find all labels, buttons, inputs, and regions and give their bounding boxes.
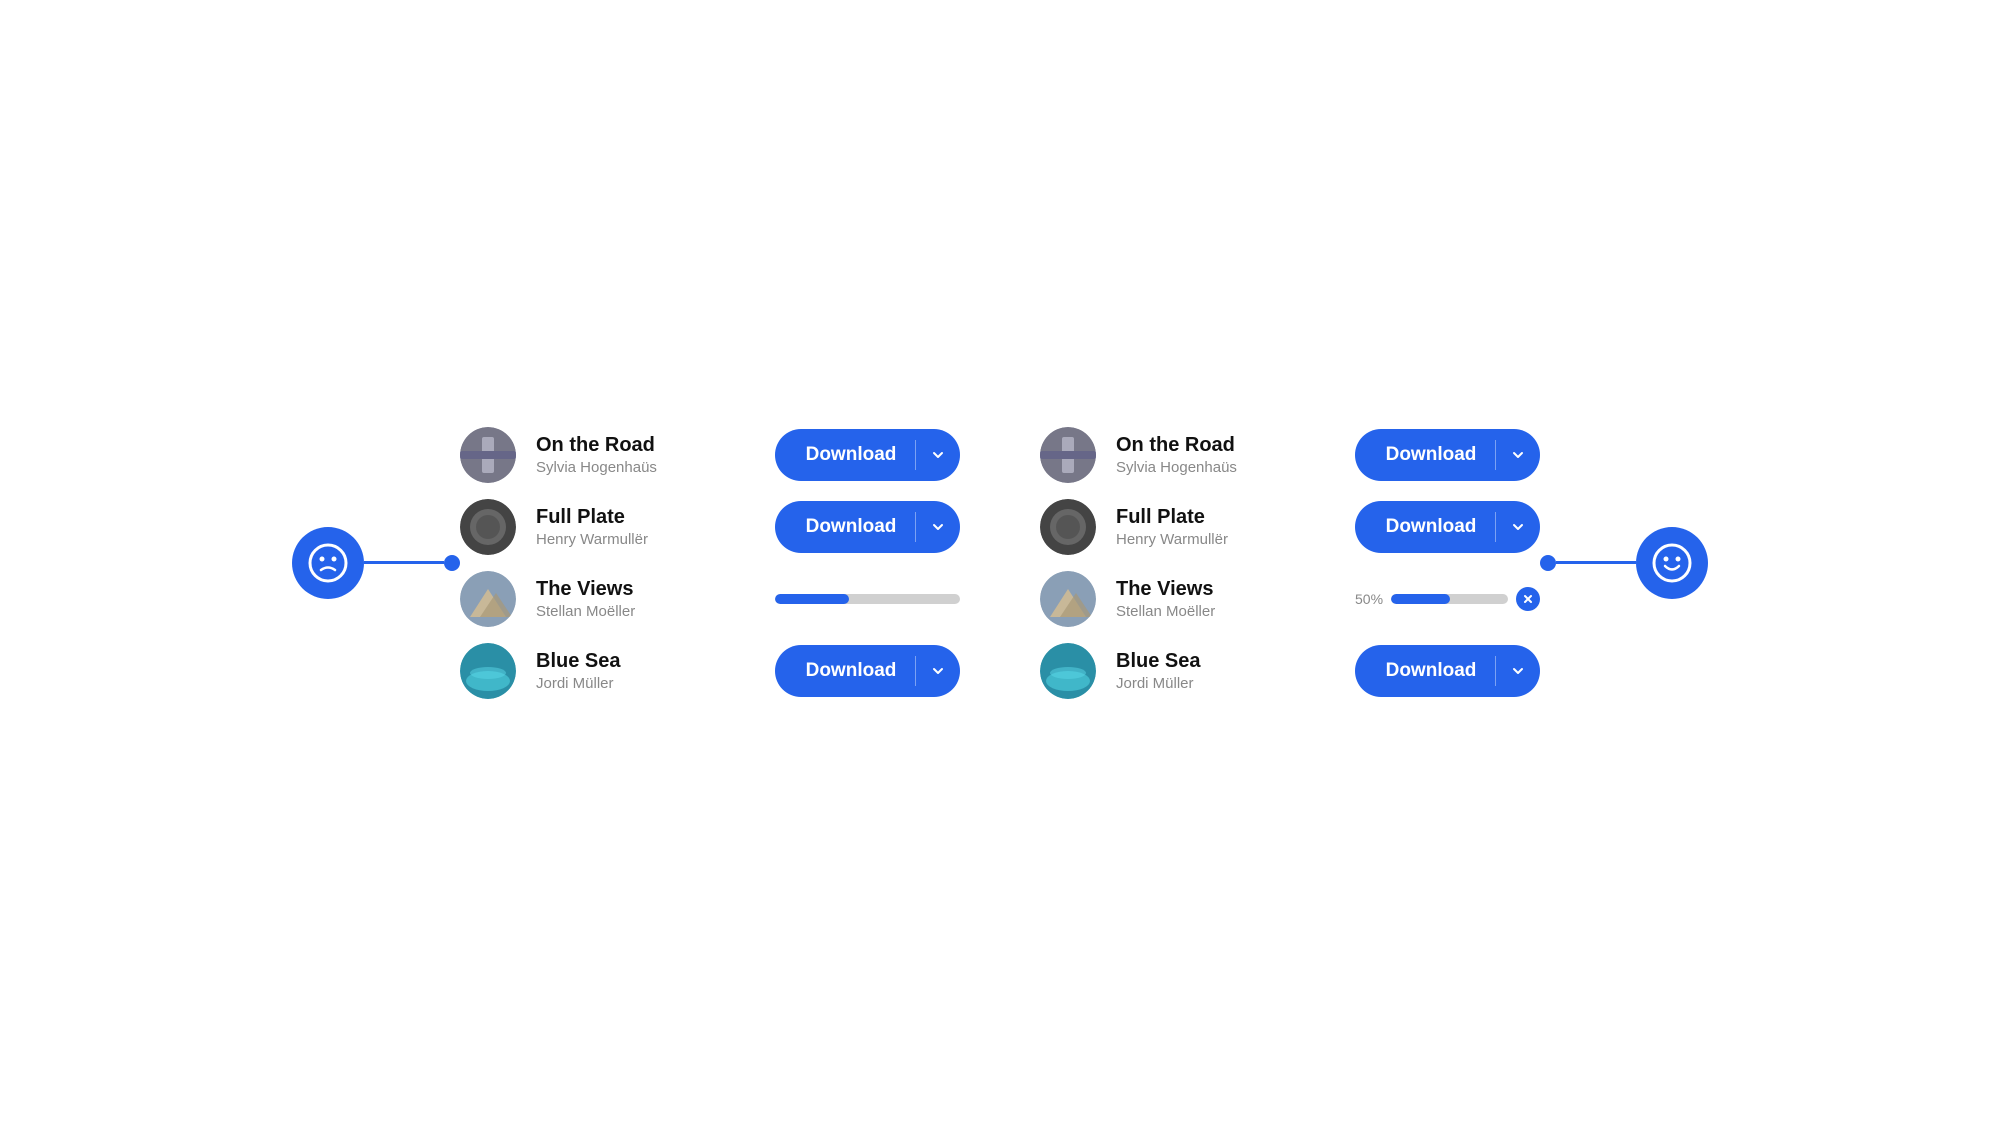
track-title-blue-sea-l: Blue Sea bbox=[536, 649, 755, 673]
download-button-blue-sea-r[interactable]: Download bbox=[1355, 645, 1540, 697]
track-title-blue-sea-r: Blue Sea bbox=[1116, 649, 1335, 673]
track-title-the-views-r: The Views bbox=[1116, 577, 1335, 601]
right-rating-dot bbox=[1540, 555, 1556, 571]
main-container: On the Road Sylvia Hogenhaüs Download Ful… bbox=[292, 427, 1708, 699]
track-info-blue-sea-l: Blue Sea Jordi Müller bbox=[536, 649, 755, 692]
progress-bar-the-views-l bbox=[775, 594, 960, 604]
download-button-on-the-road-l[interactable]: Download bbox=[775, 429, 960, 481]
album-art-on-the-road-l bbox=[460, 427, 516, 483]
track-author-on-the-road-r: Sylvia Hogenhaüs bbox=[1116, 459, 1335, 476]
left-rating-line bbox=[364, 561, 444, 564]
chevron-icon-blue-sea-l bbox=[916, 645, 960, 697]
progress-fill-inner-the-views-r bbox=[1391, 594, 1449, 604]
track-row-full-plate-r: Full Plate Henry Warmullër Download bbox=[1040, 499, 1540, 555]
left-rating-dot bbox=[444, 555, 460, 571]
track-row-blue-sea-r: Blue Sea Jordi Müller Download bbox=[1040, 643, 1540, 699]
track-author-full-plate-l: Henry Warmullër bbox=[536, 531, 755, 548]
happy-icon[interactable] bbox=[1636, 527, 1708, 599]
track-row-full-plate-l: Full Plate Henry Warmullër Download bbox=[460, 499, 960, 555]
chevron-icon-on-the-road-l bbox=[916, 429, 960, 481]
chevron-icon-full-plate-l bbox=[916, 501, 960, 553]
sad-icon[interactable] bbox=[292, 527, 364, 599]
track-info-on-the-road-r: On the Road Sylvia Hogenhaüs bbox=[1116, 433, 1335, 476]
chevron-icon-full-plate-r bbox=[1496, 501, 1540, 553]
album-art-full-plate-r bbox=[1040, 499, 1096, 555]
right-rating-line bbox=[1556, 561, 1636, 564]
cancel-button-the-views-r[interactable] bbox=[1516, 587, 1540, 611]
download-label-full-plate-r: Download bbox=[1355, 516, 1495, 538]
track-row-the-views-l: The Views Stellan Moëller bbox=[460, 571, 960, 627]
progress-fill-the-views-l bbox=[775, 594, 849, 604]
download-label-on-the-road-l: Download bbox=[775, 444, 915, 466]
track-info-on-the-road-l: On the Road Sylvia Hogenhaüs bbox=[536, 433, 755, 476]
track-row-blue-sea-l: Blue Sea Jordi Müller Download bbox=[460, 643, 960, 699]
right-rating-control bbox=[1540, 527, 1708, 599]
progress-with-cancel-the-views-r: 50% bbox=[1355, 587, 1540, 611]
download-button-blue-sea-l[interactable]: Download bbox=[775, 645, 960, 697]
track-info-the-views-r: The Views Stellan Moëller bbox=[1116, 577, 1335, 620]
download-button-on-the-road-r[interactable]: Download bbox=[1355, 429, 1540, 481]
download-button-full-plate-r[interactable]: Download bbox=[1355, 501, 1540, 553]
track-author-full-plate-r: Henry Warmullër bbox=[1116, 531, 1335, 548]
panels: On the Road Sylvia Hogenhaüs Download Ful… bbox=[460, 427, 1540, 699]
track-row-the-views-r: The Views Stellan Moëller 50% bbox=[1040, 571, 1540, 627]
album-art-on-the-road-r bbox=[1040, 427, 1096, 483]
album-art-the-views-r bbox=[1040, 571, 1096, 627]
progress-bar-inner-the-views-r bbox=[1391, 594, 1508, 604]
download-label-blue-sea-l: Download bbox=[775, 660, 915, 682]
track-row-on-the-road-r: On the Road Sylvia Hogenhaüs Download bbox=[1040, 427, 1540, 483]
album-art-full-plate-l bbox=[460, 499, 516, 555]
track-row-on-the-road-l: On the Road Sylvia Hogenhaüs Download bbox=[460, 427, 960, 483]
track-info-full-plate-l: Full Plate Henry Warmullër bbox=[536, 505, 755, 548]
download-label-on-the-road-r: Download bbox=[1355, 444, 1495, 466]
download-button-full-plate-l[interactable]: Download bbox=[775, 501, 960, 553]
left-rating-control bbox=[292, 527, 460, 599]
progress-pct-the-views-r: 50% bbox=[1355, 591, 1383, 607]
track-title-full-plate-r: Full Plate bbox=[1116, 505, 1335, 529]
album-art-blue-sea-r bbox=[1040, 643, 1096, 699]
chevron-icon-blue-sea-r bbox=[1496, 645, 1540, 697]
right-panel: On the Road Sylvia Hogenhaüs Download Ful… bbox=[1040, 427, 1540, 699]
download-label-blue-sea-r: Download bbox=[1355, 660, 1495, 682]
track-author-on-the-road-l: Sylvia Hogenhaüs bbox=[536, 459, 755, 476]
left-panel: On the Road Sylvia Hogenhaüs Download Ful… bbox=[460, 427, 960, 699]
track-author-blue-sea-r: Jordi Müller bbox=[1116, 675, 1335, 692]
chevron-icon-on-the-road-r bbox=[1496, 429, 1540, 481]
album-art-the-views-l bbox=[460, 571, 516, 627]
track-title-on-the-road-l: On the Road bbox=[536, 433, 755, 457]
track-info-the-views-l: The Views Stellan Moëller bbox=[536, 577, 755, 620]
track-author-blue-sea-l: Jordi Müller bbox=[536, 675, 755, 692]
track-author-the-views-l: Stellan Moëller bbox=[536, 603, 755, 620]
album-art-blue-sea-l bbox=[460, 643, 516, 699]
track-info-blue-sea-r: Blue Sea Jordi Müller bbox=[1116, 649, 1335, 692]
track-title-the-views-l: The Views bbox=[536, 577, 755, 601]
track-title-on-the-road-r: On the Road bbox=[1116, 433, 1335, 457]
track-info-full-plate-r: Full Plate Henry Warmullër bbox=[1116, 505, 1335, 548]
download-label-full-plate-l: Download bbox=[775, 516, 915, 538]
track-author-the-views-r: Stellan Moëller bbox=[1116, 603, 1335, 620]
track-title-full-plate-l: Full Plate bbox=[536, 505, 755, 529]
